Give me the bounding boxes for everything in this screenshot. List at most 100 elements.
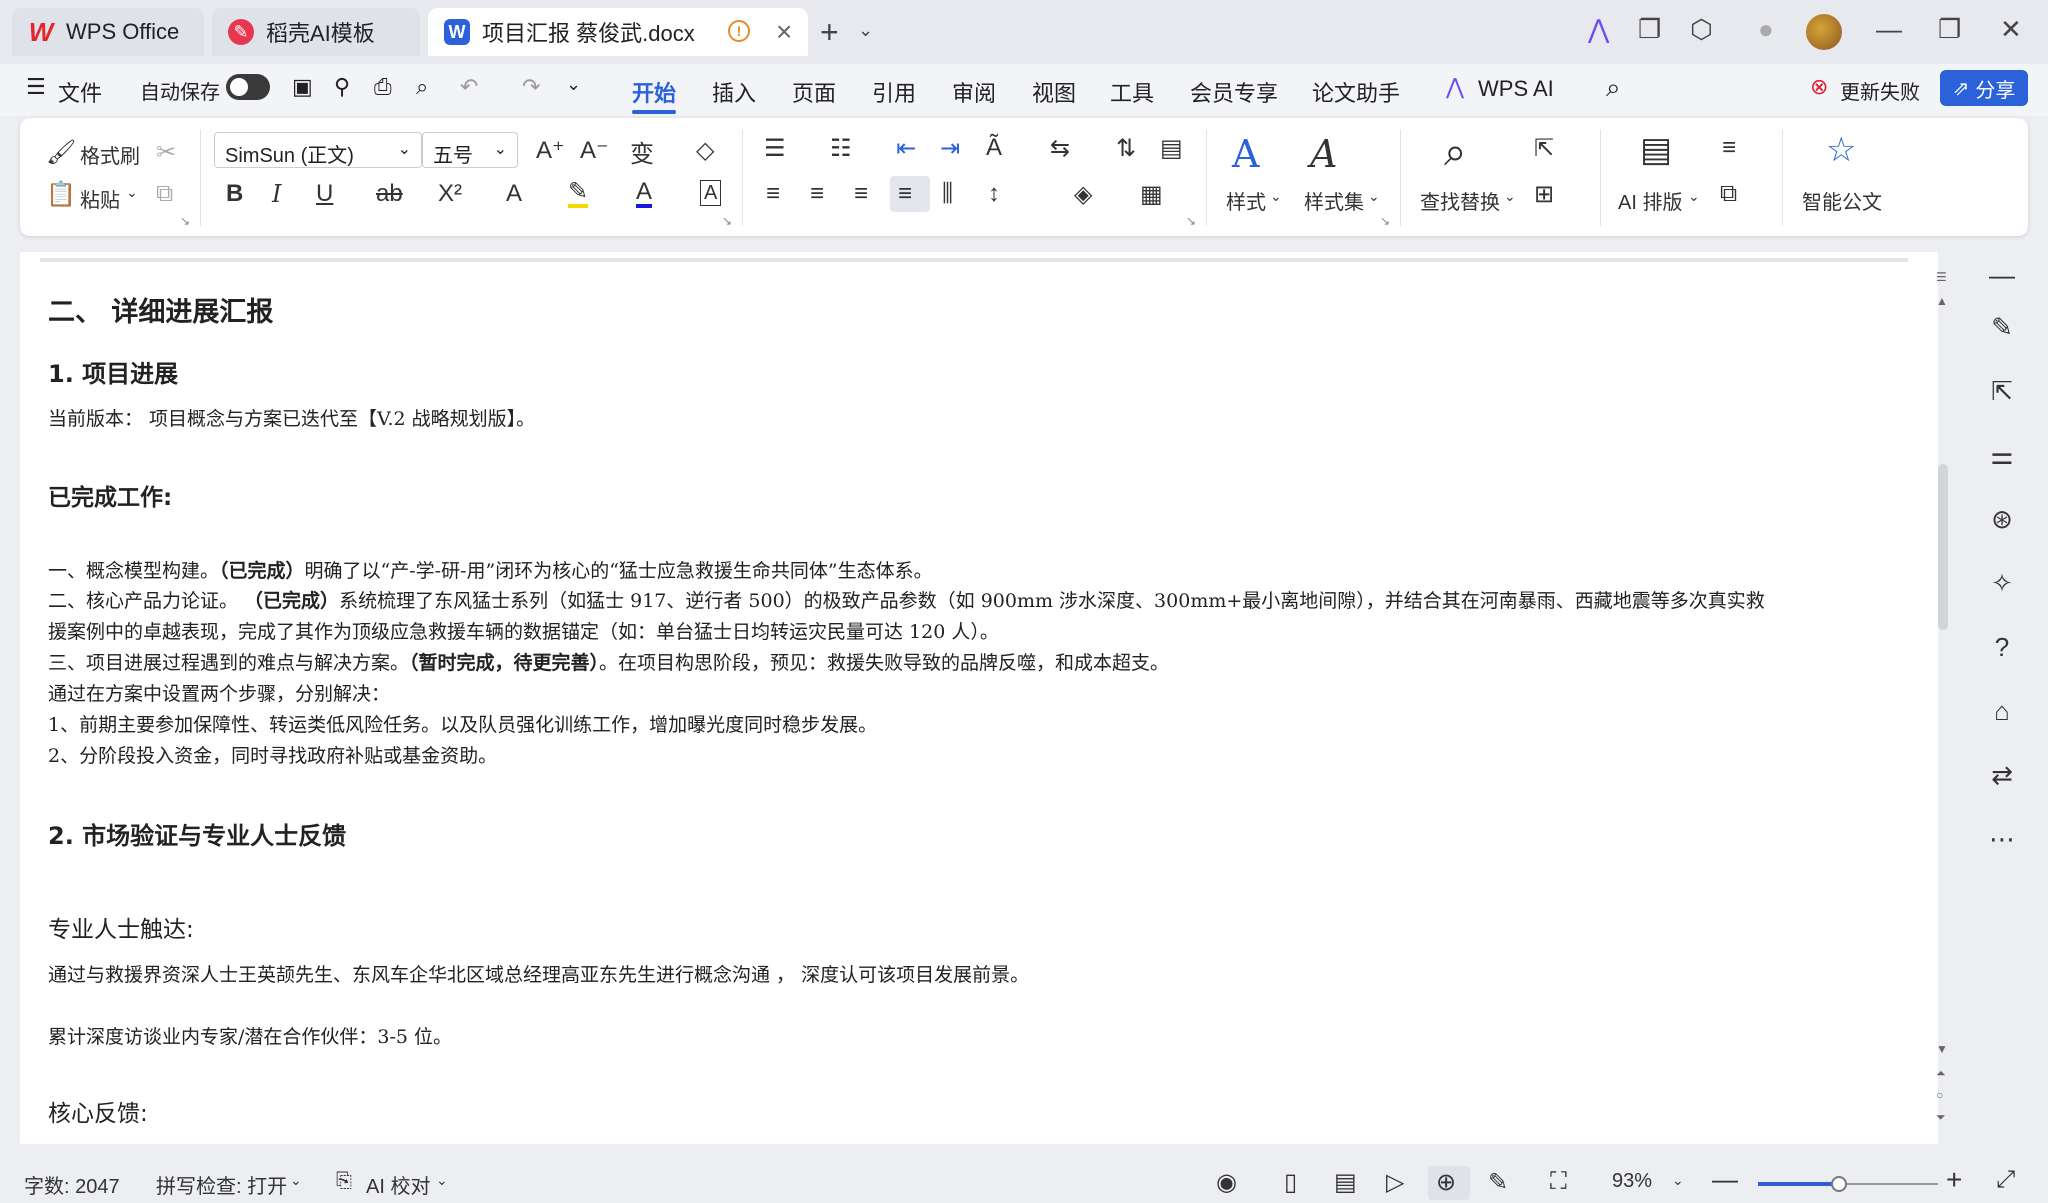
align-right-icon[interactable]: ≡ (854, 180, 868, 208)
menu-page[interactable]: 页面 (792, 76, 836, 108)
font-color-icon[interactable]: A (636, 180, 653, 208)
copy-icon[interactable]: ⧉ (156, 180, 173, 208)
star-sparkle-icon[interactable]: ✧ (1982, 568, 2022, 608)
menu-review[interactable]: 审阅 (952, 76, 996, 108)
find-replace-button[interactable]: 查找替换 (1420, 186, 1500, 215)
show-marks-icon[interactable]: ▤ (1160, 134, 1183, 163)
bold-icon[interactable]: B (226, 180, 243, 208)
menu-member[interactable]: 会员专享 (1190, 76, 1278, 108)
text-direction-icon[interactable]: Ã (986, 134, 1002, 162)
format-painter-button[interactable]: 格式刷 (80, 140, 140, 169)
edit-pen-icon[interactable]: ✎ (1982, 312, 2022, 352)
italic-icon[interactable]: I (272, 180, 281, 208)
bullet-list-icon[interactable]: ☰ (764, 134, 786, 163)
redo-icon[interactable]: ↷ (522, 74, 540, 100)
phonetic-guide-icon[interactable]: 变 (630, 134, 654, 169)
minimize-icon[interactable]: — (1876, 14, 1902, 45)
char-border-icon[interactable]: A (700, 180, 722, 206)
print-preview-icon[interactable]: ⌕ (416, 74, 428, 100)
menu-references[interactable]: 引用 (872, 76, 916, 108)
menu-home[interactable]: 开始 (632, 76, 676, 108)
menu-view[interactable]: 视图 (1032, 76, 1076, 108)
cube-icon[interactable]: ⬡ (1690, 14, 1713, 45)
avatar[interactable] (1806, 14, 1842, 50)
export-pdf-icon[interactable]: ⚲ (334, 74, 350, 100)
menu-wps-ai[interactable]: WPS AI (1478, 76, 1554, 102)
quick-access-more-icon[interactable]: ⌄ (566, 74, 581, 95)
paragraph-expand-icon[interactable]: ↘ (1186, 214, 1196, 228)
tab-ai-template[interactable]: ✎ 稻壳AI模板 (212, 8, 420, 56)
decrease-font-icon[interactable]: A⁻ (580, 136, 609, 165)
ai-layout-icon[interactable]: ▤ (1640, 130, 1672, 170)
paste-dropdown-icon[interactable]: ⌄ (126, 184, 138, 201)
wps-ai-icon[interactable]: ⋀ (1588, 14, 1609, 45)
increase-indent-icon[interactable]: ⇥ (940, 134, 960, 163)
font-size-select[interactable]: 五号 ⌄ (422, 132, 518, 168)
ai-layout-button[interactable]: AI 排版 (1618, 186, 1682, 215)
fullscreen-icon[interactable]: ⤢ (1996, 1166, 2015, 1194)
numbered-list-icon[interactable]: ☷ (830, 134, 852, 163)
chevron-down-icon[interactable]: ⌄ (858, 20, 873, 41)
strikethrough-icon[interactable]: ab (376, 180, 403, 208)
justify-icon[interactable]: ≡ (898, 180, 912, 208)
zoom-in-icon[interactable]: + (1946, 1164, 1962, 1196)
paste-button[interactable]: 粘贴 (80, 184, 120, 213)
scroll-split-icon[interactable]: ☰ (1936, 270, 1947, 284)
menu-file[interactable]: 文件 (58, 76, 102, 108)
align-left-icon[interactable]: ≡ (766, 180, 780, 208)
cloud-sync-icon[interactable]: ● (1758, 14, 1774, 45)
browse-object-icon[interactable]: ○ (1936, 1088, 1943, 1102)
new-tab-icon[interactable]: + (820, 14, 839, 51)
more-icon[interactable]: ⋯ (1982, 824, 2022, 864)
prev-page-icon[interactable]: ⏶ (1936, 1066, 1946, 1081)
smart-doc-button[interactable]: 智能公文 (1802, 186, 1882, 215)
style-set-button[interactable]: 样式集 (1304, 186, 1364, 215)
share-button[interactable]: ⇗ 分享 (1940, 70, 2028, 106)
select-icon[interactable]: ⇱ (1534, 134, 1554, 163)
font-name-select[interactable]: SimSun (正文) ⌄ (214, 132, 422, 168)
style-set-icon[interactable]: A (1310, 132, 1337, 176)
undo-icon[interactable]: ↶ (460, 74, 478, 100)
menu-paper-assistant[interactable]: 论文助手 (1312, 76, 1400, 108)
align-center-icon[interactable]: ≡ (810, 180, 824, 208)
shirt-icon[interactable]: ⌂ (1982, 696, 2022, 736)
autosave-toggle[interactable] (226, 74, 270, 100)
update-failed-label[interactable]: 更新失败 (1840, 76, 1920, 105)
borders-icon[interactable]: ▦ (1140, 180, 1163, 209)
find-icon[interactable]: ⌕ (1444, 130, 1466, 175)
restore-icon[interactable]: ❐ (1938, 14, 1961, 45)
help-icon[interactable]: ? (1982, 632, 2022, 672)
next-page-icon[interactable]: ⏷ (1936, 1110, 1946, 1125)
convert-icon[interactable]: ⇆ (1050, 134, 1070, 163)
sort-icon[interactable]: ⇅ (1116, 134, 1136, 163)
clear-format-icon[interactable]: ◇ (696, 136, 714, 165)
document-page[interactable]: 二、 详细进展汇报 1. 项目进展 当前版本： 项目概念与方案已迭代至【V.2 … (20, 252, 1948, 1144)
translate-icon[interactable]: ⇄ (1982, 760, 2022, 800)
styles-expand-icon[interactable]: ↘ (1380, 214, 1390, 228)
clipboard-expand-icon[interactable]: ↘ (180, 214, 190, 228)
cut-icon[interactable]: ✂ (156, 138, 176, 167)
image-edit-icon[interactable]: ⊛ (1982, 504, 2022, 544)
hamburger-menu-icon[interactable]: ☰ (26, 74, 46, 100)
save-icon[interactable]: ▣ (292, 74, 313, 100)
close-tab-icon[interactable]: × (776, 16, 792, 48)
adjust-sliders-icon[interactable]: ⚌ (1982, 440, 2022, 480)
styles-button[interactable]: 样式 (1226, 186, 1266, 215)
arrange-icon[interactable]: ⧉ (1720, 180, 1737, 208)
tab-wps-office[interactable]: W WPS Office (12, 8, 204, 56)
smart-doc-icon[interactable]: ☆ (1826, 130, 1856, 170)
warning-icon[interactable]: ! (728, 20, 750, 42)
decrease-indent-icon[interactable]: ⇤ (896, 134, 916, 163)
replace-icon[interactable]: ⊞ (1534, 180, 1554, 209)
collapse-icon[interactable]: — (1982, 260, 2022, 300)
tab-document[interactable]: W 项目汇报 蔡俊武.docx ! × (428, 8, 808, 56)
underline-icon[interactable]: U (316, 180, 333, 208)
menu-insert[interactable]: 插入 (712, 76, 756, 108)
select-cursor-icon[interactable]: ⇱ (1982, 376, 2022, 416)
font-expand-icon[interactable]: ↘ (722, 214, 732, 228)
vertical-scrollbar-thumb[interactable] (1938, 464, 1948, 630)
distribute-icon[interactable]: ⫼ (942, 180, 953, 208)
menu-tools[interactable]: 工具 (1110, 76, 1154, 108)
increase-font-icon[interactable]: A⁺ (536, 136, 565, 165)
scroll-down-icon[interactable]: ▼ (1936, 1042, 1948, 1056)
